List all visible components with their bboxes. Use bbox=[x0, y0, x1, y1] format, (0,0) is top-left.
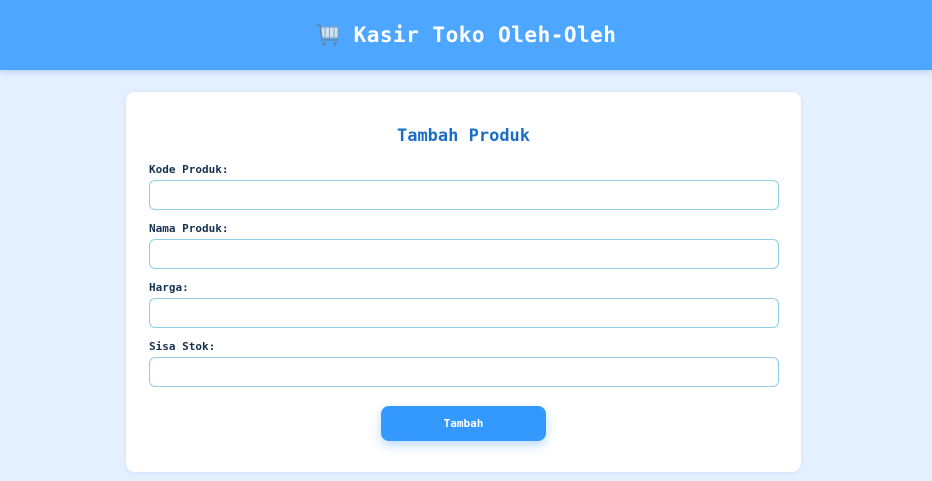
form-title: Tambah Produk bbox=[396, 126, 531, 146]
product-code-label: Kode Produk: bbox=[149, 163, 229, 176]
product-code-input[interactable] bbox=[149, 180, 779, 210]
price-label: Harga: bbox=[149, 281, 189, 294]
product-name-input[interactable] bbox=[149, 239, 779, 269]
add-product-card: Tambah Produk Kode Produk: Nama Produk: … bbox=[126, 92, 801, 472]
app-title: Kasir Toko Oleh-Oleh bbox=[353, 23, 617, 47]
add-button[interactable]: Tambah bbox=[381, 406, 546, 441]
price-input[interactable] bbox=[149, 298, 779, 328]
stock-label: Sisa Stok: bbox=[149, 340, 216, 353]
product-name-label: Nama Produk: bbox=[149, 222, 229, 235]
app-header: Kasir Toko Oleh-Oleh bbox=[0, 0, 932, 70]
stock-input[interactable] bbox=[149, 357, 779, 387]
shopping-cart-icon bbox=[315, 24, 339, 46]
